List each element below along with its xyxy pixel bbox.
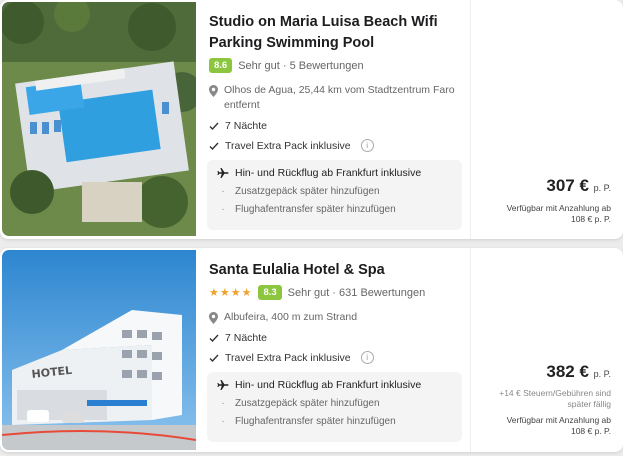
per-person-label: p. P. xyxy=(593,183,611,193)
extra-luggage-text: Zusatzgepäck später hinzufügen xyxy=(235,185,380,197)
travel-pack-text: Travel Extra Pack inklusive xyxy=(225,139,351,152)
check-icon xyxy=(209,334,219,343)
check-icon xyxy=(209,122,219,131)
location-text: Albufeira, 400 m zum Strand xyxy=(224,311,358,323)
price: 382 € p. P. xyxy=(546,362,611,382)
info-icon[interactable]: i xyxy=(360,139,374,152)
deposit-amount: 108 € p. P. xyxy=(570,214,611,224)
flight-box: Hin- und Rückflug ab Frankfurt inklusive… xyxy=(207,372,462,442)
rating-text: Sehr gut · 5 Bewertungen xyxy=(238,59,364,72)
hotel-photo[interactable] xyxy=(2,2,196,236)
pin-icon xyxy=(209,312,218,324)
bullet-dot: · xyxy=(221,415,225,427)
extra-luggage[interactable]: · Zusatzgepäck später hinzufügen xyxy=(217,182,462,200)
rating-badge: 8.3 xyxy=(258,285,282,300)
airport-transfer[interactable]: · Flughafentransfer später hinzufügen xyxy=(217,200,462,218)
price-value: 382 € xyxy=(546,362,589,381)
price-value: 307 € xyxy=(546,176,589,195)
star-rating: ★★★★ xyxy=(209,287,253,299)
flight-text: Hin- und Rückflug ab Frankfurt inklusive xyxy=(235,167,422,179)
extra-luggage-text: Zusatzgepäck später hinzufügen xyxy=(235,397,380,409)
hotel-title[interactable]: Studio on Maria Luisa Beach Wifi Parking… xyxy=(209,12,460,54)
nights-row: 7 Nächte xyxy=(209,120,460,132)
plane-icon xyxy=(217,380,229,390)
flight-included: Hin- und Rückflug ab Frankfurt inklusive xyxy=(217,164,462,182)
flight-included: Hin- und Rückflug ab Frankfurt inklusive xyxy=(217,376,462,394)
transfer-text: Flughafentransfer später hinzufügen xyxy=(235,415,396,427)
bullet-dot: · xyxy=(221,203,225,215)
location-text: Olhos de Agua, 25,44 km vom Stadtzentrum… xyxy=(224,84,455,111)
bullet-dot: · xyxy=(221,397,225,409)
info-icon[interactable]: i xyxy=(360,351,374,364)
extra-luggage[interactable]: · Zusatzgepäck später hinzufügen xyxy=(217,394,462,412)
listing-info: Santa Eulalia Hotel & Spa ★★★★ 8.3 Sehr … xyxy=(209,248,460,364)
plane-icon xyxy=(217,168,229,178)
price: 307 € p. P. xyxy=(546,176,611,196)
listing-card[interactable]: HOTEL Santa Eulalia Hotel & Spa ★★★★ 8.3… xyxy=(0,248,623,452)
listing-card[interactable]: Studio on Maria Luisa Beach Wifi Parking… xyxy=(0,0,623,239)
check-icon xyxy=(209,142,219,150)
price-column[interactable]: 382 € p. P. +14 € Steuern/Gebühren sind … xyxy=(470,248,623,452)
deposit-amount: 108 € p. P. xyxy=(570,426,611,436)
rating-row: 8.6 Sehr gut · 5 Bewertungen xyxy=(209,58,460,73)
per-person-label: p. P. xyxy=(593,369,611,379)
check-icon xyxy=(209,354,219,362)
nights-text: 7 Nächte xyxy=(225,332,268,344)
travel-pack-text: Travel Extra Pack inklusive xyxy=(225,351,351,364)
location: Olhos de Agua, 25,44 km vom Stadtzentrum… xyxy=(209,83,460,113)
hotel-title[interactable]: Santa Eulalia Hotel & Spa xyxy=(209,260,460,281)
listing-info: Studio on Maria Luisa Beach Wifi Parking… xyxy=(209,0,460,152)
deposit-note: Verfügbar mit Anzahlung ab xyxy=(506,203,611,213)
rating-row: ★★★★ 8.3 Sehr gut · 631 Bewertungen xyxy=(209,285,460,300)
location: Albufeira, 400 m zum Strand xyxy=(209,310,460,325)
nights-row: 7 Nächte xyxy=(209,332,460,344)
hotel-photo[interactable]: HOTEL xyxy=(2,250,196,450)
bullet-dot: · xyxy=(221,185,225,197)
travel-pack-row: Travel Extra Pack inklusive i xyxy=(209,139,460,152)
airport-transfer[interactable]: · Flughafentransfer später hinzufügen xyxy=(217,412,462,430)
deposit-note: Verfügbar mit Anzahlung ab xyxy=(506,415,611,425)
flight-box: Hin- und Rückflug ab Frankfurt inklusive… xyxy=(207,160,462,230)
rating-badge: 8.6 xyxy=(209,58,233,73)
taxes-note: +14 € Steuern/Gebühren sind später fälli… xyxy=(499,388,611,409)
rating-text: Sehr gut · 631 Bewertungen xyxy=(287,286,426,299)
pin-icon xyxy=(209,85,218,97)
travel-pack-row: Travel Extra Pack inklusive i xyxy=(209,351,460,364)
flight-text: Hin- und Rückflug ab Frankfurt inklusive xyxy=(235,379,422,391)
price-column[interactable]: 307 € p. P. Verfügbar mit Anzahlung ab 1… xyxy=(470,0,623,239)
transfer-text: Flughafentransfer später hinzufügen xyxy=(235,203,396,215)
nights-text: 7 Nächte xyxy=(225,120,268,132)
